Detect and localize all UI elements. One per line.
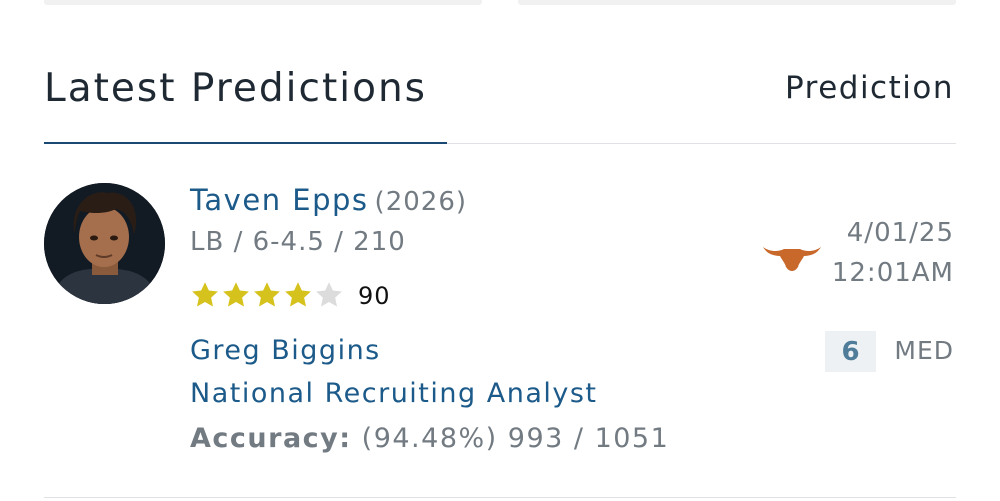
- star-filled-icon: [223, 282, 249, 307]
- analyst-name-link[interactable]: Greg Biggins: [190, 335, 381, 366]
- star-empty-icon: [316, 282, 342, 307]
- section-title: Latest Predictions: [44, 66, 427, 111]
- player-avatar[interactable]: [44, 183, 165, 304]
- accuracy-value: (94.48%) 993 / 1051: [361, 423, 670, 454]
- analyst-accuracy: Accuracy: (94.48%) 993 / 1051: [190, 423, 669, 454]
- prediction-time: 12:01AM: [831, 258, 954, 288]
- active-tab-underline: [44, 142, 447, 144]
- accuracy-label: Accuracy:: [190, 423, 352, 454]
- star-rating: [190, 280, 344, 310]
- confidence-score: 6: [825, 331, 876, 372]
- player-rating-value: 90: [358, 282, 391, 310]
- analyst-title-link[interactable]: National Recruiting Analyst: [190, 378, 598, 409]
- previous-card-left: [44, 0, 482, 5]
- confidence-level: MED: [894, 336, 954, 365]
- player-class-year: (2026): [374, 187, 468, 217]
- row-divider: [44, 497, 956, 498]
- star-filled-icon: [285, 282, 311, 307]
- player-position-height-weight: LB / 6-4.5 / 210: [190, 227, 406, 257]
- longhorn-logo-icon[interactable]: [762, 238, 822, 272]
- star-filled-icon: [254, 282, 280, 307]
- prediction-date: 4/01/25: [846, 218, 954, 248]
- prediction-column-label: Prediction: [784, 70, 954, 106]
- player-name-line[interactable]: Taven Epps (2026): [190, 183, 467, 217]
- player-photo-icon: [44, 183, 165, 304]
- player-name-link[interactable]: Taven Epps: [190, 183, 369, 217]
- star-filled-icon: [192, 282, 218, 307]
- previous-card-right: [518, 0, 956, 5]
